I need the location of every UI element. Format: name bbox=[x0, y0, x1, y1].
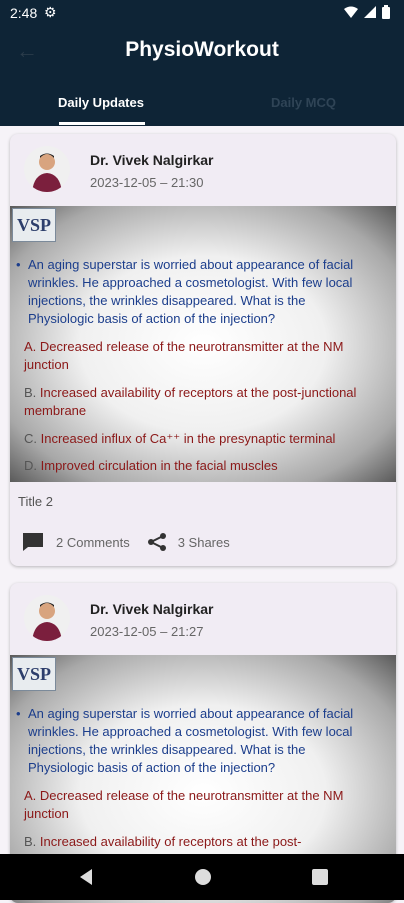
nav-back-icon[interactable] bbox=[78, 868, 94, 886]
option-text: Increased availability of receptors at t… bbox=[39, 834, 302, 849]
option-label: C. bbox=[24, 431, 37, 446]
tab-daily-updates[interactable]: Daily Updates bbox=[58, 95, 144, 110]
share-icon[interactable] bbox=[146, 532, 168, 552]
question-body: An aging superstar is worried about appe… bbox=[28, 257, 354, 326]
post-actions: 2 Comments 3 Shares bbox=[22, 532, 230, 552]
avatar bbox=[24, 146, 70, 192]
post-caption: Title 2 bbox=[18, 494, 53, 509]
system-nav-bar bbox=[0, 854, 404, 900]
status-icons bbox=[344, 5, 390, 19]
post-card[interactable]: Dr. Vivek Nalgirkar 2023-12-05 – 21:30 V… bbox=[10, 134, 396, 566]
nav-home-icon[interactable] bbox=[194, 868, 212, 886]
status-bar: 2:48 ⚙ bbox=[0, 0, 404, 26]
app-title: PhysioWorkout bbox=[125, 38, 279, 61]
avatar bbox=[24, 595, 70, 641]
question-body: An aging superstar is worried about appe… bbox=[28, 706, 354, 775]
option-text: Improved circulation in the facial muscl… bbox=[40, 458, 278, 473]
bullet-icon: • bbox=[16, 257, 21, 272]
option-label: D. bbox=[24, 458, 37, 473]
option-b: B. Increased availability of receptors a… bbox=[24, 833, 374, 851]
app-bar: 2:48 ⚙ ← PhysioWorkout Daily Updates Dai… bbox=[0, 0, 404, 126]
post-author: Dr. Vivek Nalgirkar bbox=[90, 601, 214, 617]
wifi-icon bbox=[344, 6, 358, 18]
option-label: B. bbox=[24, 834, 37, 849]
option-text: Increased availability of receptors at t… bbox=[24, 385, 357, 418]
tab-indicator bbox=[59, 122, 145, 125]
option-label: A. bbox=[24, 788, 37, 803]
comments-count[interactable]: 2 Comments bbox=[56, 535, 130, 550]
option-label: A. bbox=[24, 339, 37, 354]
tab-daily-mcq[interactable]: Daily MCQ bbox=[271, 95, 336, 110]
gear-icon: ⚙ bbox=[44, 4, 57, 20]
question-text: • An aging superstar is worried about app… bbox=[16, 256, 368, 328]
bullet-icon: • bbox=[16, 706, 21, 721]
option-text: Decreased release of the neurotransmitte… bbox=[24, 339, 344, 372]
post-date: 2023-12-05 – 21:30 bbox=[90, 175, 204, 190]
post-date: 2023-12-05 – 21:27 bbox=[90, 624, 204, 639]
option-label: B. bbox=[24, 385, 37, 400]
option-text: Decreased release of the neurotransmitte… bbox=[24, 788, 344, 821]
post-image[interactable]: VSP • An aging superstar is worried about… bbox=[10, 206, 396, 482]
shares-count[interactable]: 3 Shares bbox=[178, 535, 230, 550]
option-b: B. Increased availability of receptors a… bbox=[24, 384, 374, 420]
option-c: C. Increased influx of Ca⁺⁺ in the presy… bbox=[24, 430, 374, 448]
option-d: D. Improved circulation in the facial mu… bbox=[24, 457, 374, 475]
battery-icon bbox=[382, 5, 390, 19]
option-text: Increased influx of Ca⁺⁺ in the presynap… bbox=[40, 431, 336, 446]
vsp-logo: VSP bbox=[12, 208, 56, 242]
post-author: Dr. Vivek Nalgirkar bbox=[90, 152, 214, 168]
question-text: • An aging superstar is worried about app… bbox=[16, 705, 368, 777]
comment-icon[interactable] bbox=[22, 532, 44, 552]
option-a: A. Decreased release of the neurotransmi… bbox=[24, 338, 374, 374]
signal-icon bbox=[364, 6, 376, 18]
status-time: 2:48 bbox=[10, 5, 38, 21]
option-a: A. Decreased release of the neurotransmi… bbox=[24, 787, 374, 823]
nav-recents-icon[interactable] bbox=[312, 869, 328, 885]
vsp-logo: VSP bbox=[12, 657, 56, 691]
